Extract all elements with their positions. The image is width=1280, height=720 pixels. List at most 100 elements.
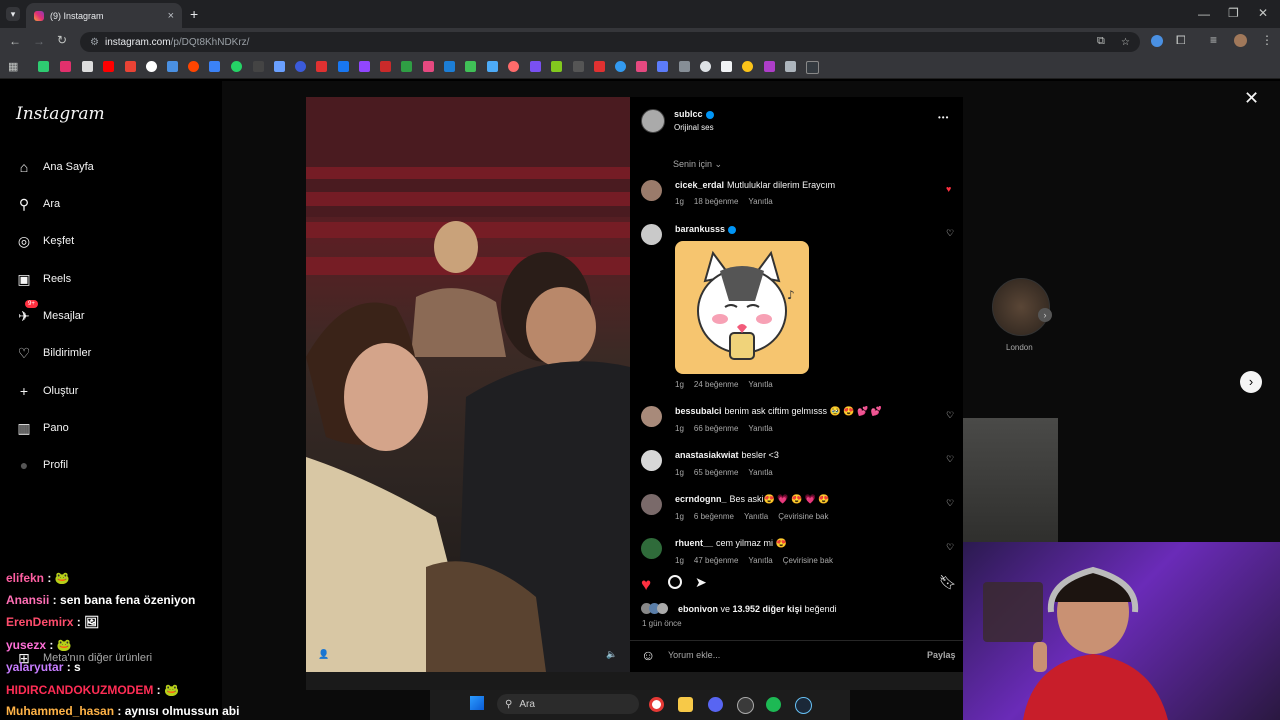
bookmark-site-icon[interactable] bbox=[465, 61, 476, 72]
reply-button[interactable]: Yanıtla bbox=[748, 197, 772, 206]
install-app-icon[interactable]: ⧉ bbox=[1097, 35, 1105, 48]
sidebar-item-3[interactable]: ▣ Reels bbox=[16, 269, 71, 289]
bookmark-site-icon[interactable] bbox=[401, 61, 412, 72]
comment-avatar[interactable] bbox=[641, 494, 662, 515]
comment-username[interactable]: cicek_erdal bbox=[675, 180, 724, 190]
author-avatar[interactable] bbox=[641, 109, 665, 133]
highlight-london[interactable] bbox=[992, 278, 1050, 336]
menu-kebab-icon[interactable]: ⋮ bbox=[1261, 33, 1273, 47]
comment-avatar[interactable] bbox=[641, 538, 662, 559]
tagged-user-icon[interactable]: 👤 bbox=[318, 649, 329, 660]
reply-button[interactable]: Yanıtla bbox=[744, 512, 768, 521]
comment-avatar[interactable] bbox=[641, 450, 662, 471]
comment-avatar[interactable] bbox=[641, 224, 662, 245]
chrome-taskbar-icon[interactable] bbox=[649, 697, 664, 712]
bookmark-site-icon[interactable] bbox=[444, 61, 455, 72]
file-explorer-icon[interactable] bbox=[678, 697, 693, 712]
reply-button[interactable]: Yanıtla bbox=[748, 468, 772, 477]
bookmark-site-icon[interactable] bbox=[721, 61, 732, 72]
comment-username[interactable]: ecrndognn_ bbox=[675, 494, 727, 504]
post-comment-button[interactable]: Paylaş bbox=[927, 650, 956, 660]
bookmark-reddit-icon[interactable] bbox=[188, 61, 199, 72]
spotify-icon[interactable] bbox=[766, 697, 781, 712]
tab-close-icon[interactable]: × bbox=[168, 10, 174, 22]
forward-icon[interactable]: → bbox=[33, 34, 45, 48]
more-options-icon[interactable]: ••• bbox=[938, 113, 949, 122]
audio-label[interactable]: Orijinal ses bbox=[674, 123, 714, 132]
address-bar[interactable]: ⚙ instagram.com/p/DQt8KhNDKrz/ ☆ bbox=[80, 32, 1140, 52]
sidebar-item-0[interactable]: ⌂ Ana Sayfa bbox=[16, 157, 94, 177]
steam-icon[interactable] bbox=[795, 697, 812, 714]
bookmark-site-icon[interactable] bbox=[487, 61, 498, 72]
save-bookmark-icon[interactable]: 🔖︎ bbox=[939, 574, 957, 591]
comment-like-icon[interactable]: ♡ bbox=[946, 410, 954, 421]
bookmark-site-icon[interactable] bbox=[636, 61, 647, 72]
sidebar-item-6[interactable]: + Oluştur bbox=[16, 381, 79, 401]
bookmark-site-icon[interactable] bbox=[742, 61, 753, 72]
bookmark-instagram-icon[interactable] bbox=[60, 61, 71, 72]
comment-like-icon[interactable]: ♡ bbox=[946, 454, 954, 465]
sidebar-item-2[interactable]: ◎ Keşfet bbox=[16, 231, 74, 251]
sidebar-item-5[interactable]: ♡ Bildirimler bbox=[16, 343, 92, 363]
bookmark-star-icon[interactable]: ☆ bbox=[1121, 37, 1130, 48]
bookmark-site-icon[interactable] bbox=[209, 61, 220, 72]
bookmark-site-icon[interactable] bbox=[508, 61, 519, 72]
tab-search-button[interactable]: ▾ bbox=[6, 7, 20, 21]
bookmark-site-icon[interactable] bbox=[657, 61, 668, 72]
new-tab-button[interactable]: + bbox=[190, 6, 198, 22]
bookmark-site-icon[interactable] bbox=[167, 61, 178, 72]
reply-button[interactable]: Yanıtla bbox=[748, 424, 772, 433]
bookmark-youtube-icon[interactable] bbox=[103, 61, 114, 72]
bookmark-google-icon[interactable] bbox=[146, 61, 157, 72]
back-icon[interactable]: ← bbox=[9, 34, 21, 48]
site-info-icon[interactable]: ⚙ bbox=[90, 37, 99, 48]
reply-button[interactable]: Yanıtla bbox=[748, 380, 772, 389]
comment-likes[interactable]: 47 beğenme bbox=[694, 556, 738, 565]
bookmark-site-icon[interactable] bbox=[806, 61, 819, 74]
bookmark-site-icon[interactable] bbox=[551, 61, 562, 72]
bookmark-x-icon[interactable] bbox=[82, 61, 93, 72]
comment-like-icon[interactable]: ♥ bbox=[946, 184, 951, 194]
bookmark-site-icon[interactable] bbox=[530, 61, 541, 72]
sidebar-item-7[interactable]: ▥ Pano bbox=[16, 418, 68, 438]
volume-icon[interactable]: 🔈 bbox=[606, 649, 617, 660]
bookmark-site-icon[interactable] bbox=[785, 61, 796, 72]
likes-summary[interactable]: ebonivon ve 13.952 diğer kişi beğendi bbox=[678, 604, 837, 614]
comment-avatar[interactable] bbox=[641, 406, 662, 427]
reload-icon[interactable]: ↻ bbox=[57, 33, 67, 47]
chevron-right-icon[interactable]: › bbox=[1038, 308, 1052, 322]
share-icon[interactable]: ➤ bbox=[695, 574, 707, 591]
like-heart-icon[interactable]: ♥ bbox=[641, 575, 651, 595]
sidebar-item-4[interactable]: ✈ Mesajlar 9+ bbox=[16, 300, 85, 326]
comment-like-icon[interactable]: ♡ bbox=[946, 228, 954, 239]
discord-icon[interactable] bbox=[708, 697, 723, 712]
taskbar-search[interactable]: ⚲ Ara bbox=[497, 694, 639, 714]
bookmark-kick-icon[interactable] bbox=[38, 61, 49, 72]
comment-like-icon[interactable]: ♡ bbox=[946, 498, 954, 509]
comment-likes[interactable]: 65 beğenme bbox=[694, 468, 738, 477]
minimize-icon[interactable]: — bbox=[1198, 7, 1210, 21]
bookmark-site-icon[interactable] bbox=[274, 61, 285, 72]
bookmark-site-icon[interactable] bbox=[594, 61, 605, 72]
sidebar-item-1[interactable]: ⚲ Ara bbox=[16, 194, 60, 214]
author-username[interactable]: sublcc bbox=[674, 109, 714, 119]
window-close-icon[interactable]: ✕ bbox=[1258, 6, 1268, 20]
instagram-logo[interactable]: Instagram bbox=[16, 104, 105, 124]
profile-avatar-icon[interactable] bbox=[1234, 34, 1247, 47]
bookmark-whatsapp-icon[interactable] bbox=[231, 61, 242, 72]
emoji-icon[interactable]: ☺ bbox=[641, 647, 655, 663]
comment-likes[interactable]: 66 beğenme bbox=[694, 424, 738, 433]
bookmark-gmail-icon[interactable] bbox=[125, 61, 136, 72]
app-icon[interactable] bbox=[737, 697, 754, 714]
next-post-button[interactable]: › bbox=[1240, 371, 1262, 393]
bookmark-site-icon[interactable] bbox=[253, 61, 264, 72]
translate-button[interactable]: Çevirisine bak bbox=[778, 512, 828, 521]
comment-likes[interactable]: 18 beğenme bbox=[694, 197, 738, 206]
reply-button[interactable]: Yanıtla bbox=[748, 556, 772, 565]
restore-icon[interactable]: ❐ bbox=[1228, 6, 1239, 20]
bookmark-site-icon[interactable] bbox=[423, 61, 434, 72]
comment-like-icon[interactable]: ♡ bbox=[946, 542, 954, 553]
close-modal-icon[interactable]: ✕ bbox=[1244, 88, 1259, 109]
bookmark-site-icon[interactable] bbox=[295, 61, 306, 72]
comment-icon[interactable] bbox=[668, 575, 682, 589]
